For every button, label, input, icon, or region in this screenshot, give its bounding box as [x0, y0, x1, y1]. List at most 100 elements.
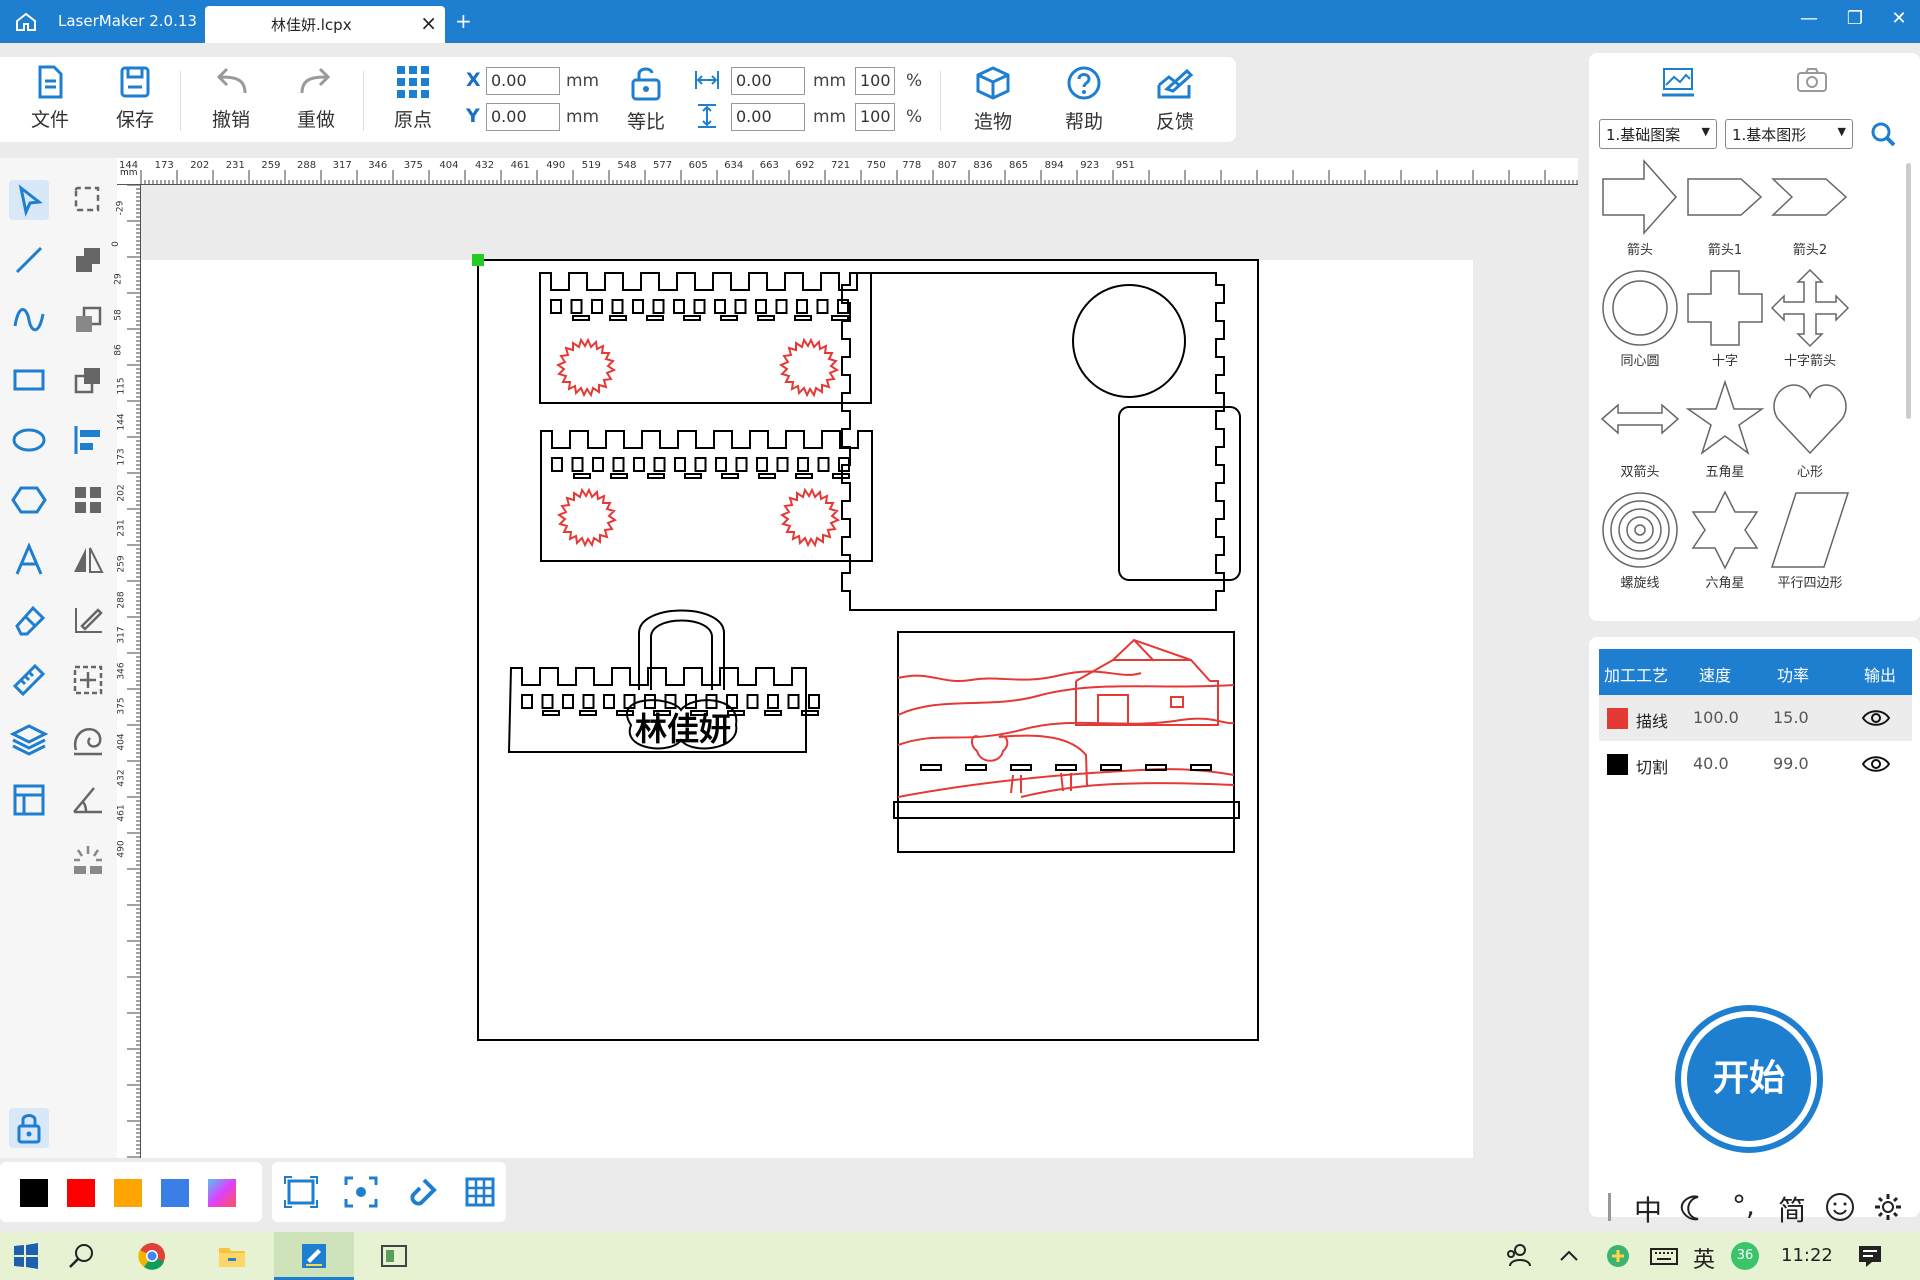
align-left-icon[interactable]: [68, 420, 108, 460]
clock-time[interactable]: 11:22: [1781, 1245, 1833, 1266]
shape-concentric[interactable]: 同心圆: [1598, 268, 1682, 376]
layer-color-swatch[interactable]: [1607, 754, 1628, 775]
design-canvas[interactable]: 林佳妍: [141, 185, 1473, 1158]
notification-badge[interactable]: 36: [1731, 1242, 1759, 1270]
color-swatch-red[interactable]: [67, 1179, 95, 1207]
rectangle-tool-icon[interactable]: [9, 360, 49, 400]
castle-panel-large[interactable]: [841, 272, 1241, 611]
document-tab[interactable]: 林佳妍.lcpx ×: [205, 6, 445, 43]
mirror-icon[interactable]: [68, 540, 108, 580]
grid-toggle-icon[interactable]: [464, 1176, 496, 1208]
shape-cross-arrow[interactable]: 十字箭头: [1768, 268, 1852, 376]
settings-gear-icon[interactable]: [1872, 1191, 1904, 1223]
width-percent-input[interactable]: 100: [855, 67, 895, 95]
network-tray-icon[interactable]: [1602, 1240, 1634, 1272]
color-swatch-orange[interactable]: [114, 1179, 142, 1207]
shape-arrow[interactable]: 箭头: [1598, 157, 1682, 265]
search-taskbar-icon[interactable]: [66, 1240, 98, 1272]
minimize-button[interactable]: —: [1794, 8, 1824, 29]
laser-preview-icon[interactable]: [68, 840, 108, 880]
castle-panel-top[interactable]: [539, 272, 872, 404]
layers-icon[interactable]: [9, 720, 49, 760]
input-language[interactable]: 英: [1693, 1242, 1715, 1274]
array-icon[interactable]: [68, 660, 108, 700]
offset-icon[interactable]: [68, 720, 108, 760]
engraved-name-text[interactable]: 林佳妍: [635, 710, 731, 748]
shape-double-arrow[interactable]: 双箭头: [1598, 379, 1682, 487]
sunburst-red-3[interactable]: [556, 487, 618, 548]
color-swatch-blue[interactable]: [161, 1179, 189, 1207]
save-button[interactable]: 保存: [103, 65, 167, 132]
origin-marker[interactable]: [472, 254, 484, 266]
ime-drag-handle[interactable]: [1608, 1193, 1611, 1221]
layer-speed[interactable]: 100.0: [1693, 708, 1739, 727]
zoom-selection-icon[interactable]: [344, 1176, 378, 1208]
search-icon[interactable]: [1869, 120, 1897, 148]
design-drawing[interactable]: 林佳妍: [141, 185, 1473, 1158]
redo-button[interactable]: 重做: [284, 65, 348, 132]
start-button[interactable]: 开始: [1675, 1005, 1823, 1153]
height-input[interactable]: 0.00: [731, 103, 805, 131]
eye-icon[interactable]: [1861, 753, 1891, 775]
ellipse-tool-icon[interactable]: [9, 420, 49, 460]
magnet-snap-icon[interactable]: [404, 1176, 438, 1208]
color-swatch-gradient[interactable]: [208, 1179, 236, 1207]
add-tab-icon[interactable]: +: [455, 9, 472, 33]
node-edit-icon[interactable]: [68, 180, 108, 220]
tray-expand-icon[interactable]: [1553, 1240, 1585, 1272]
lock-tool[interactable]: [9, 1108, 49, 1148]
height-percent-input[interactable]: 100: [855, 103, 895, 131]
ime-punctuation[interactable]: °,: [1732, 1189, 1755, 1222]
shape-parallelogram[interactable]: 平行四边形: [1768, 490, 1852, 598]
sunburst-red-1[interactable]: [555, 337, 617, 398]
layer-color-swatch[interactable]: [1607, 708, 1628, 729]
home-icon[interactable]: [14, 10, 38, 34]
restore-button[interactable]: ❐: [1840, 8, 1870, 29]
angle-icon[interactable]: [68, 780, 108, 820]
x-position-input[interactable]: 0.00: [486, 67, 560, 95]
camera-tab-icon[interactable]: [1792, 63, 1832, 99]
close-window-button[interactable]: ✕: [1884, 8, 1914, 29]
shape-arrow1[interactable]: 箭头1: [1683, 157, 1767, 265]
keyboard-icon[interactable]: [1648, 1240, 1680, 1272]
layout-tool-icon[interactable]: [9, 780, 49, 820]
origin-button[interactable]: 原点: [381, 65, 445, 132]
file-explorer-icon[interactable]: [216, 1240, 248, 1272]
windows-start-icon[interactable]: [10, 1240, 42, 1272]
undo-button[interactable]: 撤销: [199, 65, 263, 132]
y-position-input[interactable]: 0.00: [486, 103, 560, 131]
image-library-tab-icon[interactable]: [1658, 63, 1698, 99]
sunburst-red-4[interactable]: [779, 487, 841, 548]
sunburst-red-2[interactable]: [778, 337, 840, 398]
shape-star6[interactable]: 六角星: [1683, 490, 1767, 598]
fit-view-icon[interactable]: [284, 1176, 318, 1208]
ime-simplified[interactable]: 简: [1778, 1189, 1806, 1229]
category-select[interactable]: 1.基础图案 ▼: [1599, 119, 1717, 149]
layer-row-trace[interactable]: 描线 100.0 15.0: [1599, 695, 1912, 741]
arrange-back-icon[interactable]: [68, 240, 108, 280]
feedback-button[interactable]: 反馈: [1143, 65, 1207, 134]
people-icon[interactable]: [1502, 1240, 1534, 1272]
select-tool[interactable]: [9, 180, 49, 220]
shape-arrow2[interactable]: 箭头2: [1768, 157, 1852, 265]
layer-speed[interactable]: 40.0: [1693, 754, 1729, 773]
group-icon[interactable]: [68, 480, 108, 520]
shape-spiral[interactable]: 螺旋线: [1598, 490, 1682, 598]
moon-icon[interactable]: [1678, 1193, 1708, 1223]
chrome-icon[interactable]: [136, 1240, 168, 1272]
measure-tool-icon[interactable]: [9, 660, 49, 700]
line-tool-icon[interactable]: [9, 240, 49, 280]
proportional-lock-button[interactable]: 等比: [614, 65, 678, 134]
ime-chinese-mode[interactable]: 中: [1634, 1189, 1662, 1229]
layer-row-cut[interactable]: 切割 40.0 99.0: [1599, 741, 1912, 787]
edit-path-icon[interactable]: [68, 600, 108, 640]
width-input[interactable]: 0.00: [731, 67, 805, 95]
color-swatch-black[interactable]: [20, 1179, 48, 1207]
shape-heart[interactable]: 心形: [1768, 379, 1852, 487]
file-button[interactable]: 文件: [18, 65, 82, 132]
build-button[interactable]: 造物: [961, 65, 1025, 134]
help-button[interactable]: 帮助: [1052, 65, 1116, 134]
curve-tool-icon[interactable]: [9, 300, 49, 340]
layer-power[interactable]: 15.0: [1773, 708, 1809, 727]
eye-icon[interactable]: [1861, 707, 1891, 729]
